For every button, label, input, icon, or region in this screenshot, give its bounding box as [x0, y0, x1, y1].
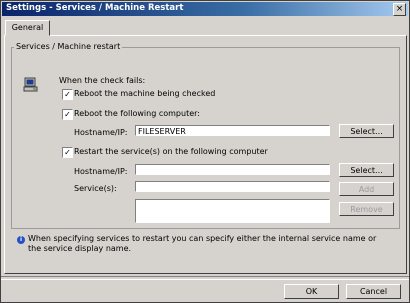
info-icon: i — [17, 236, 25, 244]
reboot-checked-machine-checkbox[interactable]: ✓ — [62, 89, 73, 100]
reboot-following-computer-label: Reboot the following computer: — [74, 109, 200, 118]
select-computer-button-services[interactable]: Select... — [339, 163, 394, 177]
reboot-following-computer-checkbox[interactable]: ✓ — [62, 109, 73, 120]
cancel-button[interactable]: Cancel — [346, 284, 401, 299]
hostname-field-services[interactable] — [135, 164, 330, 175]
footer-separator — [1, 276, 409, 280]
info-text: When specifying services to restart you … — [28, 234, 377, 253]
add-service-button[interactable]: Add — [339, 182, 394, 196]
reboot-checked-machine-label: Reboot the machine being checked — [74, 89, 216, 98]
hostname-field-reboot[interactable]: FILESERVER — [135, 125, 330, 136]
title-bar[interactable]: Settings - Services / Machine Restart × — [2, 2, 408, 16]
ok-button[interactable]: OK — [284, 284, 339, 299]
close-icon[interactable]: × — [393, 3, 406, 16]
computer-icon — [23, 77, 38, 92]
hostname-label-services: Hostname/IP: — [74, 167, 128, 176]
select-computer-button-reboot[interactable]: Select... — [339, 124, 394, 138]
when-check-fails-label: When the check fails: — [59, 76, 146, 85]
services-input[interactable] — [135, 181, 330, 192]
group-label: Services / Machine restart — [14, 42, 123, 52]
services-label: Service(s): — [74, 184, 117, 193]
window-title: Settings - Services / Machine Restart — [6, 3, 184, 13]
remove-service-button[interactable]: Remove — [339, 202, 394, 216]
tab-general[interactable]: General — [5, 20, 50, 36]
settings-dialog: Settings - Services / Machine Restart × … — [0, 0, 410, 303]
hostname-label-reboot: Hostname/IP: — [74, 128, 128, 137]
restart-services-checkbox[interactable]: ✓ — [62, 147, 73, 158]
services-list[interactable] — [135, 199, 330, 223]
restart-services-label: Restart the service(s) on the following … — [74, 147, 268, 156]
